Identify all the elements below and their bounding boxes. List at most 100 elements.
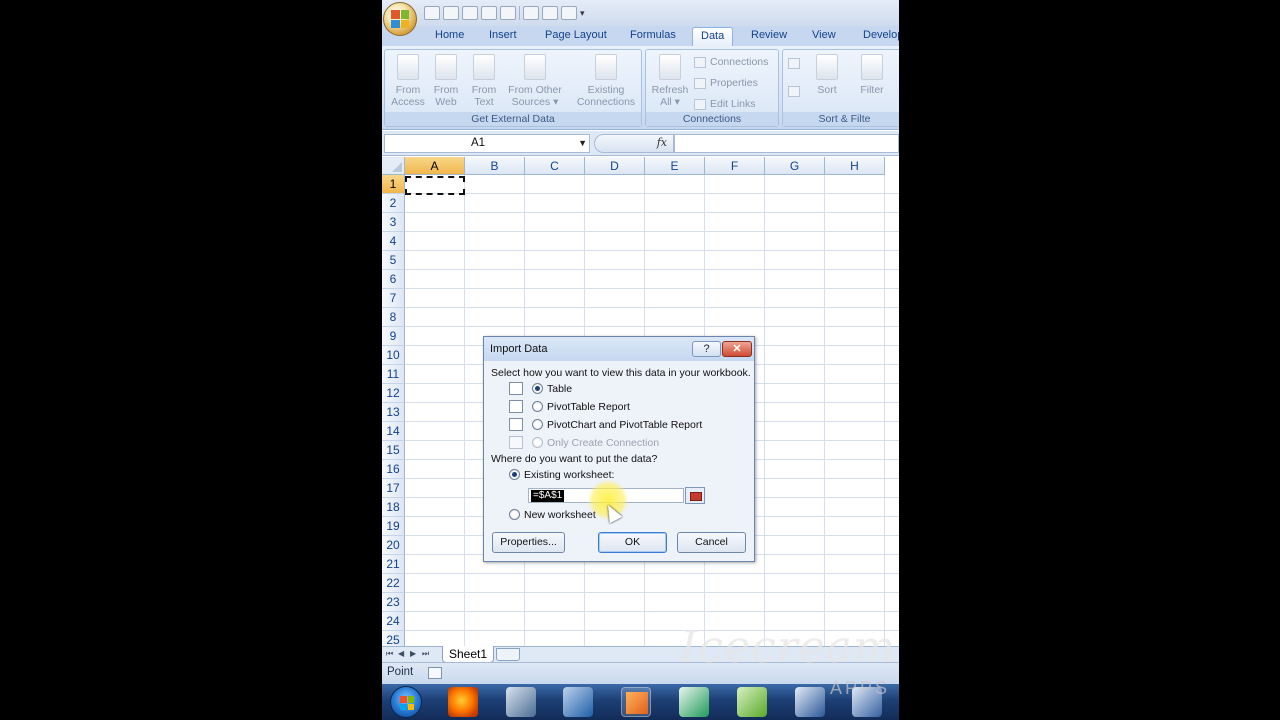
filter-button[interactable]: Filter [855, 54, 889, 96]
new-worksheet-radio[interactable] [509, 509, 520, 520]
office-button[interactable] [383, 2, 417, 36]
pivotchart-option-label[interactable]: PivotChart and PivotTable Report [547, 419, 702, 431]
column-header-h[interactable]: H [825, 157, 885, 175]
row-header-2[interactable]: 2 [382, 194, 405, 213]
properties-button[interactable]: Properties [694, 77, 758, 89]
tab-view[interactable]: View [812, 29, 836, 41]
page-icon[interactable] [561, 6, 577, 20]
cancel-button[interactable]: Cancel [677, 532, 746, 553]
from-access-button[interactable]: From Access [391, 54, 425, 108]
sort-button[interactable]: Sort [811, 54, 843, 96]
row-header-1[interactable]: 1 [382, 175, 405, 194]
row-header-10[interactable]: 10 [382, 346, 405, 365]
existing-worksheet-label[interactable]: Existing worksheet: [524, 469, 614, 481]
taskbar-active-app-icon[interactable] [621, 687, 651, 717]
column-header-a[interactable]: A [405, 157, 465, 175]
new-icon[interactable] [523, 6, 539, 20]
tab-data[interactable]: Data [692, 27, 734, 47]
edit-links-button[interactable]: Edit Links [694, 98, 756, 110]
row-header-18[interactable]: 18 [382, 498, 405, 517]
table-option-label[interactable]: Table [547, 383, 572, 395]
undo-icon[interactable] [481, 6, 497, 20]
from-other-sources-button[interactable]: From Other Sources ▾ [505, 54, 565, 108]
close-button[interactable]: ✕ [722, 341, 752, 357]
row-header-22[interactable]: 22 [382, 574, 405, 593]
customize-qat-dropdown-icon[interactable]: ▾ [580, 8, 585, 19]
existing-connections-button[interactable]: Existing Connections [573, 54, 639, 108]
name-box[interactable]: A1 ▼ [384, 134, 590, 153]
sort-ascending-button[interactable] [788, 58, 800, 69]
row-header-6[interactable]: 6 [382, 270, 405, 289]
open-icon[interactable] [443, 6, 459, 20]
row-header-17[interactable]: 17 [382, 479, 405, 498]
tab-developer[interactable]: Develop [863, 29, 899, 41]
app-icon[interactable] [679, 687, 709, 717]
row-header-15[interactable]: 15 [382, 441, 405, 460]
row-header-24[interactable]: 24 [382, 612, 405, 631]
properties-dialog-button[interactable]: Properties... [492, 532, 565, 553]
row-header-4[interactable]: 4 [382, 232, 405, 251]
table-radio[interactable] [532, 383, 543, 394]
first-sheet-icon[interactable]: ⏮ [386, 649, 393, 659]
word-icon[interactable] [795, 687, 825, 717]
from-web-button[interactable]: From Web [429, 54, 463, 108]
new-worksheet-label[interactable]: New worksheet [524, 509, 596, 521]
selected-cell-a1[interactable] [405, 176, 465, 195]
tab-insert[interactable]: Insert [489, 29, 517, 41]
insert-sheet-icon[interactable] [496, 648, 520, 661]
connections-button[interactable]: Connections [694, 56, 768, 68]
tab-home[interactable]: Home [435, 29, 464, 41]
formula-input[interactable] [674, 134, 899, 153]
pivotchart-radio[interactable] [532, 419, 543, 430]
row-header-8[interactable]: 8 [382, 308, 405, 327]
redo-icon[interactable] [500, 6, 516, 20]
pill-app-icon[interactable] [737, 687, 767, 717]
tab-page-layout[interactable]: Page Layout [545, 29, 607, 41]
row-header-19[interactable]: 19 [382, 517, 405, 536]
column-header-b[interactable]: B [465, 157, 525, 175]
prev-sheet-icon[interactable]: ◀ [398, 649, 404, 658]
collapse-dialog-icon[interactable] [685, 487, 705, 504]
row-header-16[interactable]: 16 [382, 460, 405, 479]
sheet-tab-sheet1[interactable]: Sheet1 [442, 646, 494, 663]
save-icon[interactable] [424, 6, 440, 20]
copy-icon[interactable] [542, 6, 558, 20]
next-sheet-icon[interactable]: ▶ [410, 649, 416, 658]
row-header-3[interactable]: 3 [382, 213, 405, 232]
row-header-14[interactable]: 14 [382, 422, 405, 441]
network-icon[interactable] [563, 687, 593, 717]
sort-descending-button[interactable] [788, 86, 800, 97]
row-header-13[interactable]: 13 [382, 403, 405, 422]
media-player-icon[interactable] [506, 687, 536, 717]
column-header-c[interactable]: C [525, 157, 585, 175]
tab-review[interactable]: Review [751, 29, 787, 41]
last-sheet-icon[interactable]: ⏭ [422, 649, 429, 659]
column-header-f[interactable]: F [705, 157, 765, 175]
row-header-9[interactable]: 9 [382, 327, 405, 346]
pivottable-option-label[interactable]: PivotTable Report [547, 401, 630, 413]
row-header-12[interactable]: 12 [382, 384, 405, 403]
existing-worksheet-radio[interactable] [509, 469, 520, 480]
row-header-21[interactable]: 21 [382, 555, 405, 574]
row-header-7[interactable]: 7 [382, 289, 405, 308]
column-header-g[interactable]: G [765, 157, 825, 175]
tab-formulas[interactable]: Formulas [630, 29, 676, 41]
row-header-5[interactable]: 5 [382, 251, 405, 270]
column-header-d[interactable]: D [585, 157, 645, 175]
help-button[interactable]: ? [692, 341, 721, 357]
row-header-20[interactable]: 20 [382, 536, 405, 555]
macro-record-icon[interactable] [428, 667, 442, 679]
select-all-corner[interactable] [382, 157, 405, 175]
firefox-icon[interactable] [448, 687, 478, 717]
from-text-button[interactable]: From Text [467, 54, 501, 108]
name-box-dropdown-icon[interactable]: ▼ [578, 135, 587, 152]
column-header-e[interactable]: E [645, 157, 705, 175]
fx-icon[interactable]: fx [657, 136, 667, 149]
start-button[interactable] [390, 686, 422, 718]
refresh-all-button[interactable]: Refresh All ▾ [650, 54, 690, 108]
pivottable-radio[interactable] [532, 401, 543, 412]
ok-button[interactable]: OK [598, 532, 667, 553]
row-header-23[interactable]: 23 [382, 593, 405, 612]
row-header-11[interactable]: 11 [382, 365, 405, 384]
print-icon[interactable] [462, 6, 478, 20]
